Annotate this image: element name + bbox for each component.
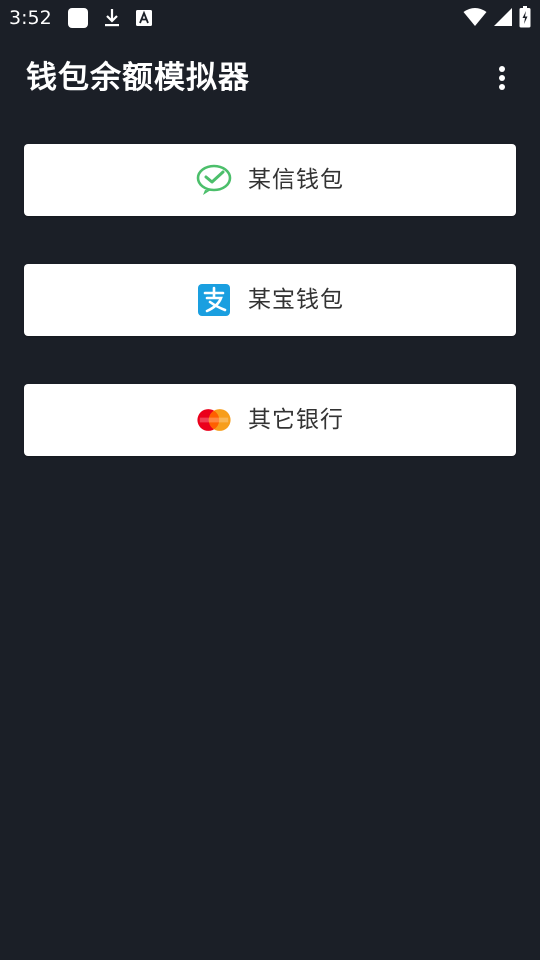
more-vert-icon[interactable]	[488, 62, 516, 94]
mastercard-icon	[196, 402, 232, 438]
wallet-label: 某信钱包	[248, 167, 344, 193]
wallet-label: 某宝钱包	[248, 287, 344, 313]
app-bar: 钱包余额模拟器	[0, 36, 540, 120]
wechat-wallet-button[interactable]: 某信钱包	[24, 144, 516, 216]
status-time: 3:52	[9, 7, 52, 29]
alipay-wallet-button[interactable]: 某宝钱包	[24, 264, 516, 336]
status-bar: 3:52	[0, 0, 540, 36]
wechat-pay-icon	[196, 162, 232, 198]
wallet-list: 某信钱包 某宝钱包 其它银行	[24, 144, 516, 504]
wallet-label: 其它银行	[248, 407, 344, 433]
app-notification-icon	[67, 7, 89, 29]
status-system-icons	[463, 6, 531, 28]
download-icon	[103, 8, 121, 28]
wifi-icon	[463, 7, 487, 27]
alipay-icon	[196, 282, 232, 318]
signal-icon	[493, 7, 513, 27]
page-title: 钱包余额模拟器	[26, 60, 250, 96]
screen: 3:52 钱包余额模拟器 某信钱包 某宝钱包 其它银行	[0, 0, 540, 960]
status-notification-icons	[67, 7, 153, 29]
battery-charging-icon	[519, 6, 531, 28]
other-bank-button[interactable]: 其它银行	[24, 384, 516, 456]
font-icon	[135, 9, 153, 27]
